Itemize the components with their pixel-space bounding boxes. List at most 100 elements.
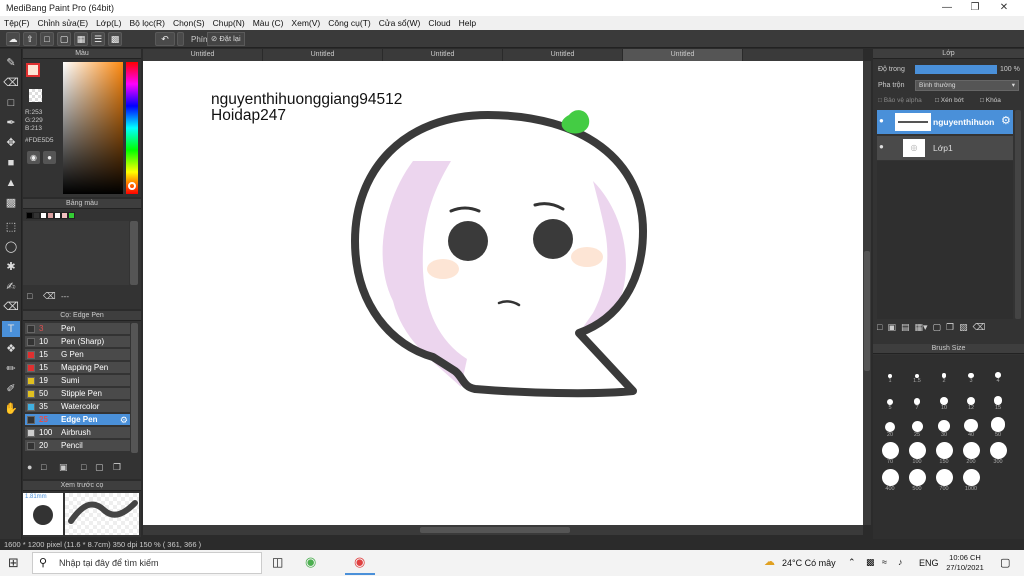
delete-palette-icon[interactable]: ⌫ <box>43 291 56 302</box>
menu-filter[interactable]: Bộ lọc(R) <box>130 18 165 28</box>
palette-scrollbar[interactable] <box>130 221 138 285</box>
brush-item-edge-pen[interactable]: 25 Edge Pen ⚙ <box>25 414 130 426</box>
layer-row-text[interactable]: ● nguyenthihuon ⚙ <box>877 110 1013 134</box>
wifi-icon[interactable]: ≈ <box>882 557 887 567</box>
move-tool-icon[interactable]: ✥ <box>2 135 20 151</box>
medibang-app-icon[interactable]: ◉ <box>354 554 365 570</box>
brush-size-option[interactable]: 30 <box>932 415 956 441</box>
menu-window[interactable]: Cửa sổ(W) <box>379 18 421 28</box>
pen-tool-icon[interactable]: ✒ <box>2 115 20 131</box>
menu-view[interactable]: Xem(V) <box>291 18 320 28</box>
new-8bit-layer-icon[interactable]: ▤ <box>901 322 910 334</box>
brush-size-option[interactable]: 20 <box>878 415 902 441</box>
brush-item-pen-sharp[interactable]: 10 Pen (Sharp) <box>25 336 130 348</box>
divide-tool-icon[interactable]: ✏ <box>2 361 20 377</box>
brush-item-pencil[interactable]: 20 Pencil <box>25 440 130 452</box>
palette-swatch[interactable] <box>40 212 47 219</box>
palette-swatch[interactable] <box>61 212 68 219</box>
brush-item-pen[interactable]: 3 Pen <box>25 323 130 335</box>
brush-size-option[interactable]: 12 <box>959 388 983 414</box>
hand-tool-icon[interactable]: ✋ <box>2 401 20 417</box>
visibility-icon[interactable]: ● <box>879 142 884 151</box>
brush-list-scrollbar[interactable] <box>131 323 138 453</box>
menu-file[interactable]: Tệp(F) <box>4 18 30 28</box>
network-icon[interactable]: ▩ <box>866 557 875 568</box>
brush-size-option[interactable]: 40 <box>959 415 983 441</box>
brush-size-option[interactable]: 15 <box>986 388 1010 414</box>
brush-size-option[interactable]: 150 <box>932 442 956 468</box>
palette-swatch[interactable] <box>26 212 33 219</box>
select-eraser-icon[interactable]: ⌫ <box>2 299 20 315</box>
duplicate-layer-icon[interactable]: ❐ <box>946 322 954 334</box>
menu-select[interactable]: Chọn(S) <box>173 18 205 28</box>
brush-size-option[interactable]: 1.5 <box>905 361 929 387</box>
menu-edit[interactable]: Chỉnh sửa(E) <box>38 18 89 28</box>
brush-settings-gear-icon[interactable]: ⚙ <box>120 414 128 426</box>
text-tool-icon[interactable]: T <box>2 321 20 337</box>
brush-size-option[interactable]: 300 <box>986 442 1010 468</box>
main-color-swatch[interactable] <box>26 63 40 77</box>
brush-size-option[interactable]: 10 <box>932 388 956 414</box>
gradient-tool-icon[interactable]: ▩ <box>2 195 20 211</box>
transparent-swatch[interactable] <box>29 89 42 102</box>
select-rect-icon[interactable]: ⬚ <box>2 219 20 235</box>
new-halftone-layer-icon[interactable]: ▣ <box>887 322 896 334</box>
palette-swatch[interactable] <box>54 212 61 219</box>
volume-icon[interactable]: ♪ <box>898 557 903 567</box>
lasso-tool-icon[interactable]: ◯ <box>2 239 20 255</box>
layer-settings-gear-icon[interactable]: ⚙ <box>1001 114 1011 127</box>
menu-help[interactable]: Help <box>459 18 476 28</box>
tab-untitled-3[interactable]: Untitled <box>383 49 503 61</box>
brush-size-option[interactable]: 70 <box>878 442 902 468</box>
eraser-tool-icon[interactable]: ⌫ <box>2 75 20 91</box>
search-box[interactable]: ⚲ Nhập tại đây để tìm kiếm <box>32 552 262 574</box>
hue-handle[interactable] <box>128 182 136 190</box>
brush-item-watercolor[interactable]: 35 Watercolor <box>25 401 130 413</box>
close-icon[interactable]: ✕ <box>997 2 1011 13</box>
brush-size-option[interactable]: 3 <box>959 361 983 387</box>
brush-size-option[interactable]: 700 <box>932 469 956 495</box>
tab-untitled-5[interactable]: Untitled <box>623 49 743 61</box>
bucket-tool-icon[interactable]: ▲ <box>2 175 20 191</box>
brush-duplicate-icon[interactable]: ❐ <box>113 462 121 473</box>
brush-item-g-pen[interactable]: 15 G Pen <box>25 349 130 361</box>
comment-icon[interactable]: □ <box>40 32 54 46</box>
chat-icon[interactable]: ▢ <box>57 32 71 46</box>
add-brush-icon[interactable]: ● <box>27 462 32 472</box>
palette-swatch[interactable] <box>68 212 75 219</box>
layer-folder-icon[interactable]: ▢ <box>933 322 942 334</box>
delete-layer-icon[interactable]: ⌫ <box>973 322 986 334</box>
brush-size-option[interactable]: 50 <box>986 415 1010 441</box>
tile-icon[interactable]: ▩ <box>108 32 122 46</box>
brush-size-option[interactable]: 5 <box>878 388 902 414</box>
minimize-icon[interactable]: — <box>940 2 954 13</box>
dot-tool-icon[interactable]: □ <box>2 95 20 111</box>
new-layer-icon[interactable]: □ <box>877 322 882 334</box>
brush-size-option[interactable]: 2 <box>932 361 956 387</box>
canvas-vscrollbar[interactable] <box>864 251 870 371</box>
layer-scrollbar[interactable] <box>1015 110 1021 319</box>
list-icon[interactable]: ☰ <box>91 32 105 46</box>
brush-copy-icon[interactable]: □ <box>81 462 86 472</box>
palette-swatch[interactable] <box>47 212 54 219</box>
palette-icon[interactable]: ◉ <box>27 151 40 164</box>
reset-button[interactable]: ⊘ Đặt lại <box>207 32 245 46</box>
menu-snap[interactable]: Chụp(N) <box>213 18 245 28</box>
new-palette-icon[interactable]: □ <box>27 291 32 301</box>
select-pen-icon[interactable]: ✍ <box>2 279 20 295</box>
magic-wand-icon[interactable]: ✱ <box>2 259 20 275</box>
maximize-icon[interactable]: ❐ <box>968 2 982 13</box>
operation-tool-icon[interactable]: ❖ <box>2 341 20 357</box>
palette-swatch[interactable] <box>33 212 40 219</box>
windows-start-icon[interactable]: ⊞ <box>8 555 19 571</box>
brush-size-option[interactable]: 7 <box>905 388 929 414</box>
brush-menu-icon[interactable]: □ <box>41 462 46 472</box>
canvas-hscrollbar[interactable] <box>420 527 570 533</box>
brush-size-option[interactable]: 500 <box>905 469 929 495</box>
blend-mode-select[interactable]: Bình thường ▾ <box>915 80 1019 91</box>
merge-layer-icon[interactable]: ▧ <box>959 322 968 334</box>
saturation-value-box[interactable] <box>63 62 123 194</box>
tray-up-icon[interactable]: ⌃ <box>848 557 856 568</box>
brush-size-option[interactable]: 25 <box>905 415 929 441</box>
coccoc-browser-icon[interactable]: ◉ <box>305 554 316 570</box>
